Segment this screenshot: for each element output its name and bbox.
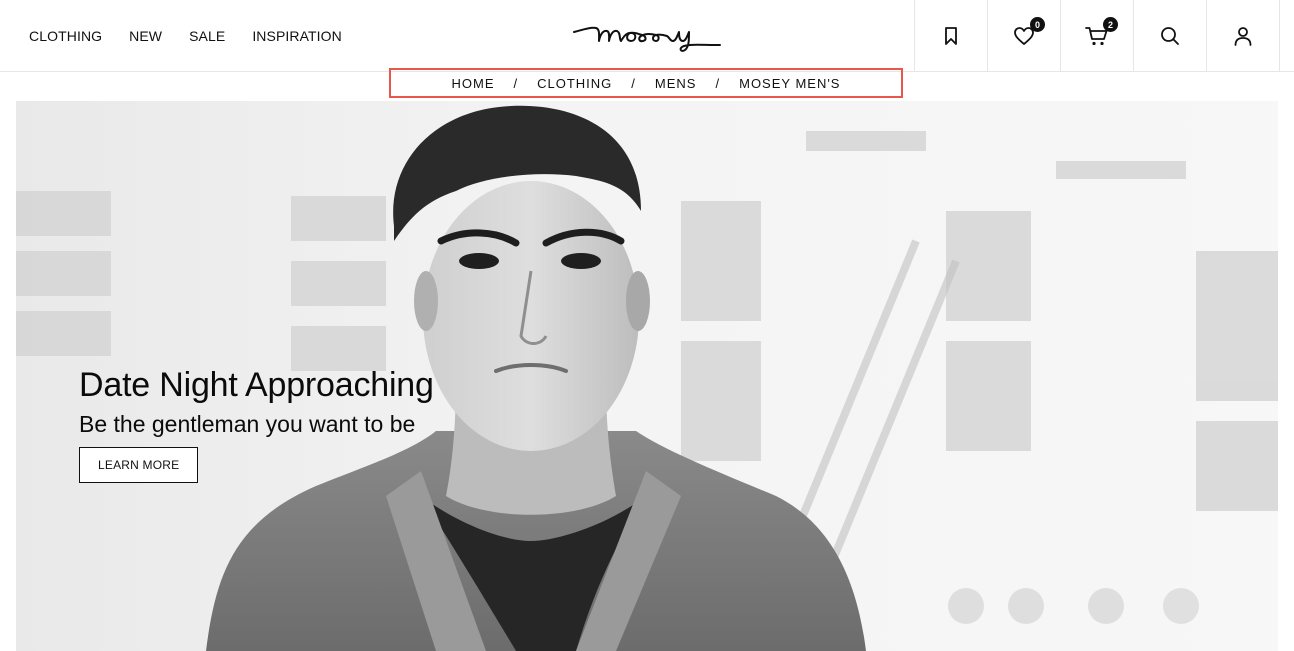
breadcrumb-separator: / <box>631 75 636 91</box>
nav-item-sale[interactable]: SALE <box>189 28 225 44</box>
breadcrumb: HOME / CLOTHING / MENS / MOSEY MEN'S <box>389 68 903 98</box>
search-button[interactable] <box>1133 0 1206 71</box>
hero-text-block: Date Night Approaching Be the gentleman … <box>79 366 434 483</box>
nav-item-new[interactable]: NEW <box>129 28 162 44</box>
nav-item-clothing[interactable]: CLOTHING <box>29 28 102 44</box>
breadcrumb-clothing[interactable]: CLOTHING <box>537 76 612 91</box>
hero-subtitle: Be the gentleman you want to be <box>79 411 416 437</box>
breadcrumb-separator: / <box>513 75 519 91</box>
cart-button[interactable]: 2 <box>1060 0 1133 71</box>
hero-banner: Date Night Approaching Be the gentleman … <box>16 101 1278 651</box>
cart-count-badge: 2 <box>1103 17 1118 32</box>
main-nav: CLOTHING NEW SALE INSPIRATION <box>29 0 369 71</box>
site-header: CLOTHING NEW SALE INSPIRATION 0 2 <box>0 0 1294 72</box>
bookmark-button[interactable] <box>914 0 987 71</box>
account-button[interactable] <box>1206 0 1280 71</box>
breadcrumb-current-page: MOSEY MEN'S <box>739 75 841 91</box>
user-icon <box>1234 26 1252 46</box>
breadcrumb-home[interactable]: HOME <box>452 76 495 91</box>
mosey-logo-mark <box>573 26 721 52</box>
breadcrumb-mens[interactable]: MENS <box>655 76 697 91</box>
wishlist-count-badge: 0 <box>1030 17 1045 32</box>
wishlist-button[interactable]: 0 <box>987 0 1060 71</box>
header-icon-bar: 0 2 <box>914 0 1280 71</box>
bookmark-icon <box>945 26 957 45</box>
hero-title: Date Night Approaching <box>79 366 434 404</box>
search-icon <box>1161 26 1179 45</box>
breadcrumb-separator: / <box>715 75 721 91</box>
learn-more-button[interactable]: LEARN MORE <box>79 447 199 483</box>
nav-item-inspiration[interactable]: INSPIRATION <box>252 28 342 44</box>
site-logo[interactable] <box>572 14 722 54</box>
